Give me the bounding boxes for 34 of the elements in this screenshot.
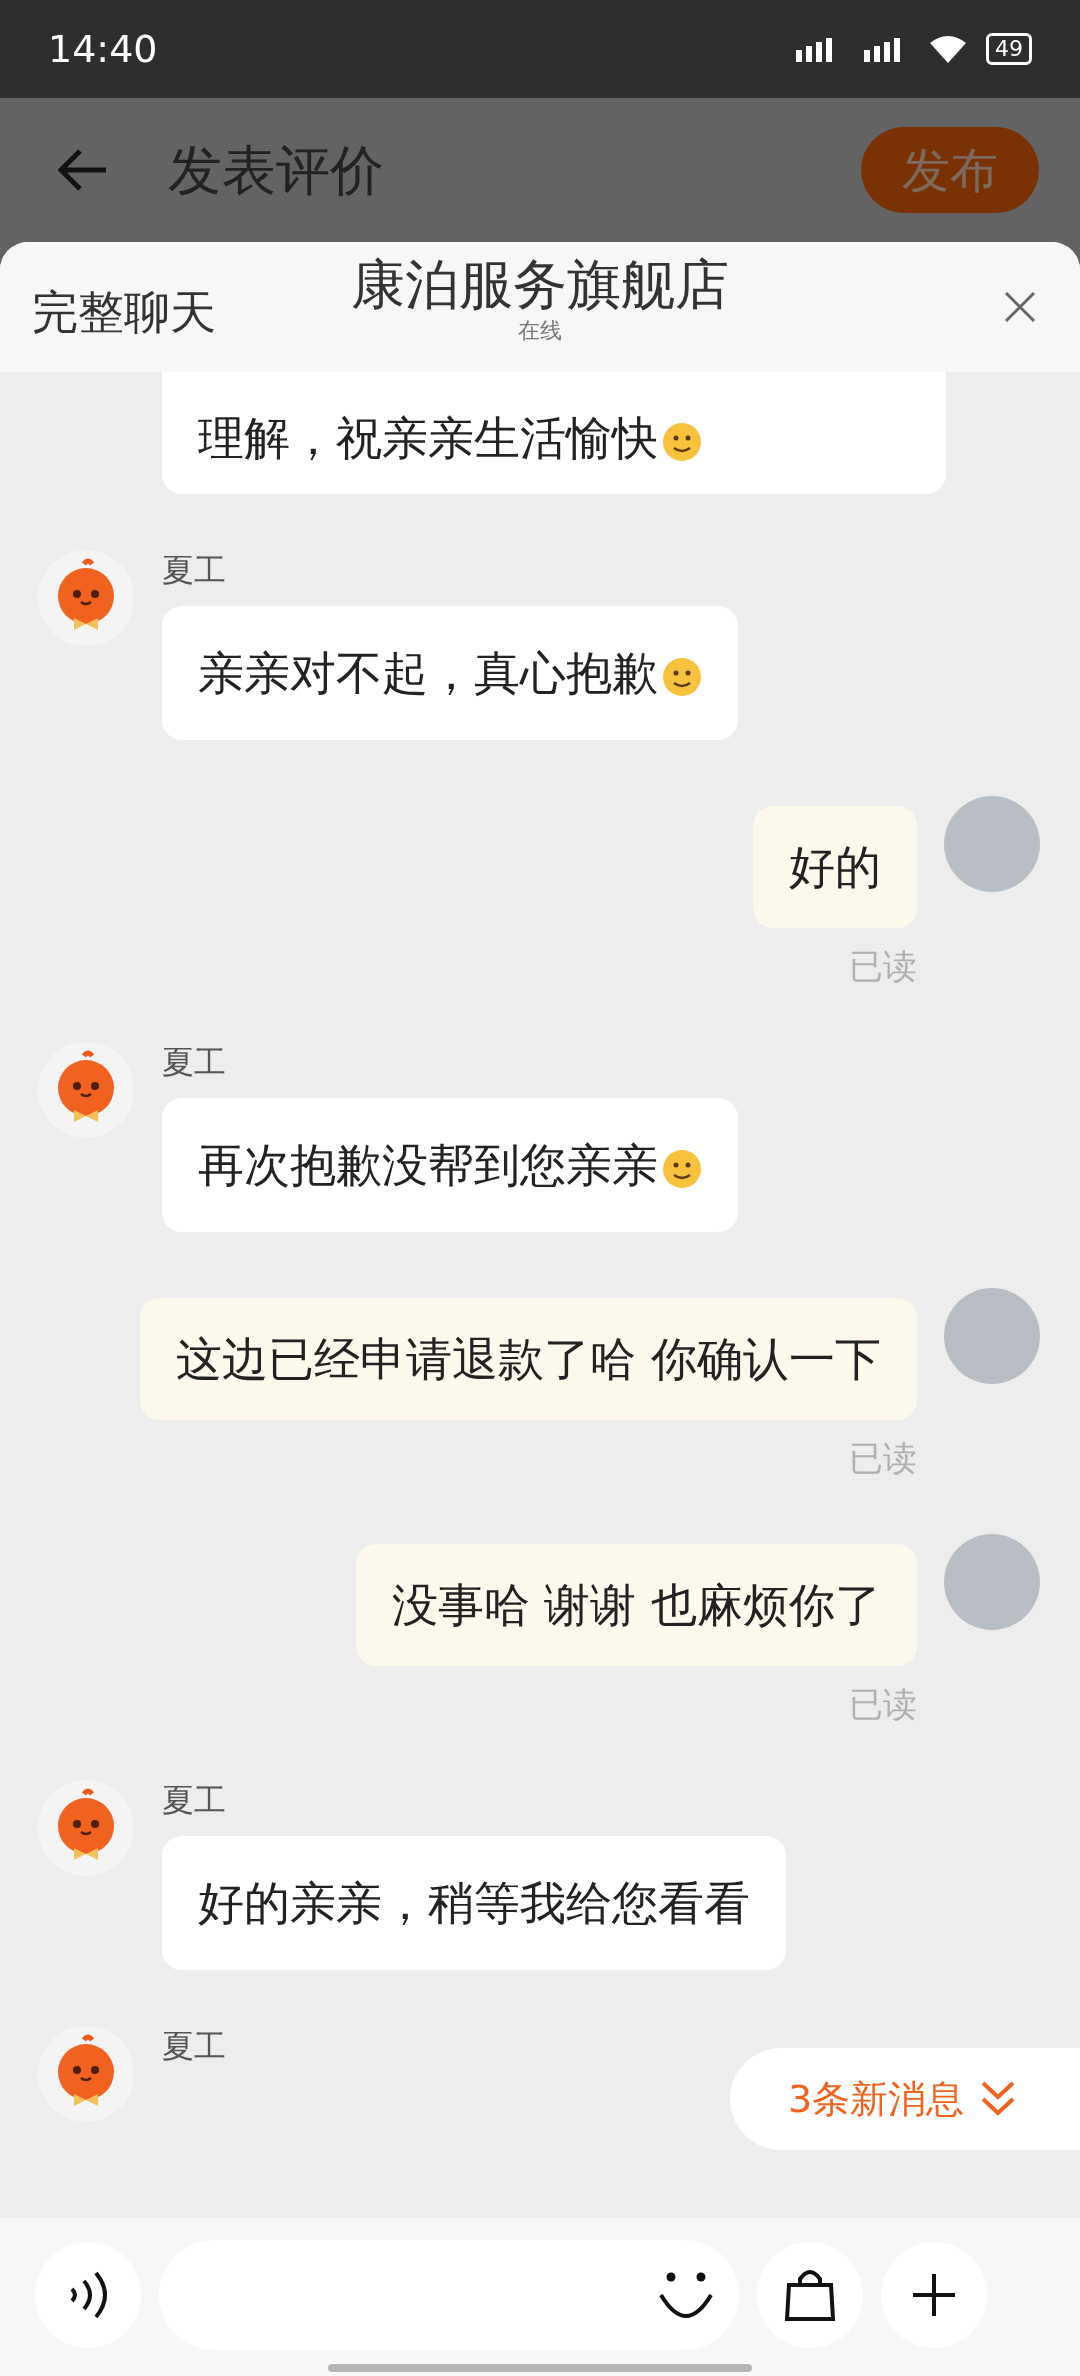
shopping-bag-icon (783, 2267, 837, 2323)
full-chat-link[interactable]: 完整聊天 (32, 277, 216, 347)
message-text: 理解，祝亲亲生活愉快 (198, 411, 658, 465)
pumpkin-avatar-icon[interactable] (38, 1042, 134, 1138)
sender-name: 夏工 (162, 550, 226, 590)
read-status: 已读 (849, 1438, 917, 1478)
pumpkin-avatar-icon[interactable] (38, 550, 134, 646)
wifi-icon (928, 33, 968, 65)
message-text: 再次抱歉没帮到您亲亲 (198, 1138, 658, 1192)
emoji-icon (662, 656, 702, 697)
back-arrow-icon[interactable] (58, 147, 108, 193)
pumpkin-avatar-icon[interactable] (38, 1780, 134, 1876)
sender-name: 夏工 (162, 2026, 226, 2066)
message-text: 这边已经申请退款了哈 你确认一下 (176, 1332, 881, 1386)
close-icon[interactable] (1004, 291, 1036, 323)
status-time: 14:40 (48, 25, 158, 73)
pumpkin-avatar-icon[interactable] (38, 2026, 134, 2122)
message-text: 没事哈 谢谢 也麻烦你了 (391, 1578, 881, 1632)
sender-name: 夏工 (162, 1042, 226, 1082)
online-status: 在线 (518, 317, 562, 345)
message-text: 好的亲亲，稍等我给您看看 (198, 1876, 750, 1930)
shop-name: 康泊服务旗舰店 (351, 254, 729, 316)
new-messages-pill[interactable]: 3条新消息 (730, 2048, 1080, 2150)
read-status: 已读 (849, 1684, 917, 1724)
emoji-icon (662, 421, 702, 462)
message-text: 好的 (789, 840, 881, 894)
emoji-icon (662, 1148, 702, 1189)
publish-button[interactable]: 发布 (861, 127, 1039, 213)
read-status: 已读 (849, 946, 917, 986)
battery-icon: 49 (986, 33, 1032, 65)
message-text: 亲亲对不起，真心抱歉 (198, 646, 658, 700)
sender-name: 夏工 (162, 1780, 226, 1820)
plus-icon (911, 2272, 957, 2318)
page-title: 发表评价 (168, 137, 384, 204)
